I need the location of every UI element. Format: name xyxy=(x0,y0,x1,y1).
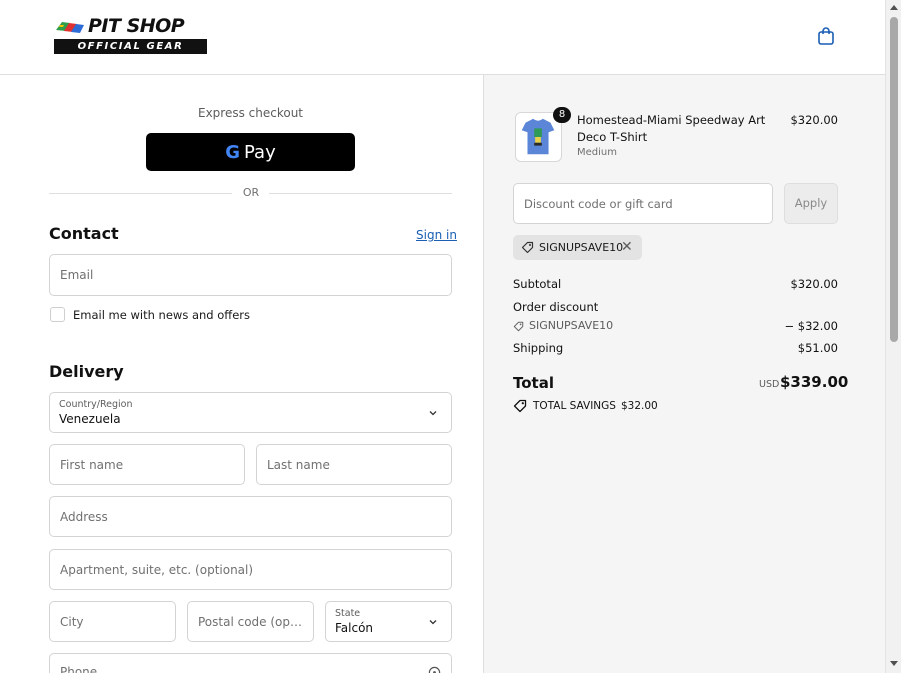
state-value: Falcón xyxy=(335,621,374,635)
state-label: State xyxy=(335,608,361,619)
google-g-icon: G xyxy=(225,141,241,163)
savings-tag-icon xyxy=(513,399,527,413)
remove-discount-icon[interactable]: ✕ xyxy=(621,239,633,255)
postal-code-field[interactable]: Postal code (optional) xyxy=(187,601,314,642)
chevron-down-icon xyxy=(429,619,437,624)
or-divider-text: OR xyxy=(242,186,260,199)
first-name-field[interactable]: First name xyxy=(49,444,245,485)
country-label: Country/Region xyxy=(59,399,133,410)
total-currency: USD xyxy=(759,379,780,390)
google-pay-button[interactable]: G Pay xyxy=(146,133,355,171)
city-field[interactable]: City xyxy=(49,601,176,642)
email-field[interactable]: Email xyxy=(49,254,452,296)
news-checkbox[interactable] xyxy=(50,307,65,322)
apartment-field[interactable]: Apartment, suite, etc. (optional) xyxy=(49,549,452,590)
country-value: Venezuela xyxy=(59,412,121,426)
phone-placeholder: Phone xyxy=(60,665,98,673)
city-placeholder: City xyxy=(60,614,84,629)
delivery-title: Delivery xyxy=(49,362,124,381)
first-name-placeholder: First name xyxy=(60,457,124,472)
product-variant: Medium xyxy=(577,147,617,158)
logo-top: PIT SHOP xyxy=(52,15,209,38)
order-discount-label: Order discount xyxy=(513,300,599,314)
total-savings-value: $32.00 xyxy=(620,400,658,412)
scrollbar-thumb[interactable] xyxy=(890,17,898,342)
total-label: Total xyxy=(513,374,554,392)
quantity-badge: 8 xyxy=(553,107,571,123)
address-field[interactable]: Address xyxy=(49,496,452,537)
apartment-placeholder: Apartment, suite, etc. (optional) xyxy=(60,562,254,577)
scroll-up-icon[interactable] xyxy=(890,5,898,10)
page-scrollbar[interactable] xyxy=(885,0,901,673)
product-price: $320.00 xyxy=(790,113,838,127)
divider-right xyxy=(269,193,452,194)
tag-icon xyxy=(513,321,524,332)
checkout-header: PIT SHOP OFFICIAL GEAR xyxy=(0,0,885,75)
pit-shop-logo[interactable]: PIT SHOP OFFICIAL GEAR xyxy=(52,15,209,56)
divider-left xyxy=(49,193,232,194)
shipping-value: $51.00 xyxy=(797,341,838,355)
total-savings-label: TOTAL SAVINGS xyxy=(533,400,616,412)
chevron-down-icon xyxy=(429,410,437,415)
total-savings: TOTAL SAVINGS $32.00 xyxy=(533,400,658,412)
brand-name: PIT SHOP xyxy=(88,15,185,37)
phone-field[interactable]: Phone xyxy=(49,653,452,673)
contact-title: Contact xyxy=(49,224,119,243)
google-pay-label: Pay xyxy=(244,141,276,163)
applied-discount-chip: SIGNUPSAVE10 ✕ xyxy=(513,235,642,260)
brand-tagline: OFFICIAL GEAR xyxy=(54,39,207,54)
applied-discount-code: SIGNUPSAVE10 xyxy=(539,241,624,254)
last-name-placeholder: Last name xyxy=(267,457,330,472)
country-select[interactable]: Country/Region Venezuela xyxy=(49,392,452,433)
last-name-field[interactable]: Last name xyxy=(256,444,452,485)
news-checkbox-label: Email me with news and offers xyxy=(73,308,251,322)
discount-code-input[interactable]: Discount code or gift card xyxy=(513,183,773,224)
order-discount-code: SIGNUPSAVE10 xyxy=(529,319,614,332)
email-placeholder: Email xyxy=(60,268,94,282)
total-value: $339.00 xyxy=(780,373,849,391)
apply-discount-button[interactable]: Apply xyxy=(784,183,838,224)
tag-icon xyxy=(521,241,534,254)
order-discount-value: − $32.00 xyxy=(784,319,838,333)
sign-in-link[interactable]: Sign in xyxy=(416,228,457,242)
subtotal-label: Subtotal xyxy=(513,277,562,291)
postal-code-placeholder: Postal code (optional) xyxy=(198,614,303,629)
address-placeholder: Address xyxy=(60,509,108,524)
express-checkout-label: Express checkout xyxy=(197,106,304,120)
scroll-down-icon[interactable] xyxy=(890,661,898,666)
product-name: Homestead-Miami Speedway Art Deco T-Shir… xyxy=(577,113,766,144)
subtotal-value: $320.00 xyxy=(790,277,838,291)
discount-placeholder: Discount code or gift card xyxy=(524,197,673,211)
racing-flag-icon xyxy=(56,22,84,33)
state-select[interactable]: State Falcón xyxy=(325,601,452,642)
help-circle-icon[interactable] xyxy=(428,666,441,673)
shipping-label: Shipping xyxy=(513,341,564,355)
shopping-bag-icon[interactable] xyxy=(817,27,835,46)
